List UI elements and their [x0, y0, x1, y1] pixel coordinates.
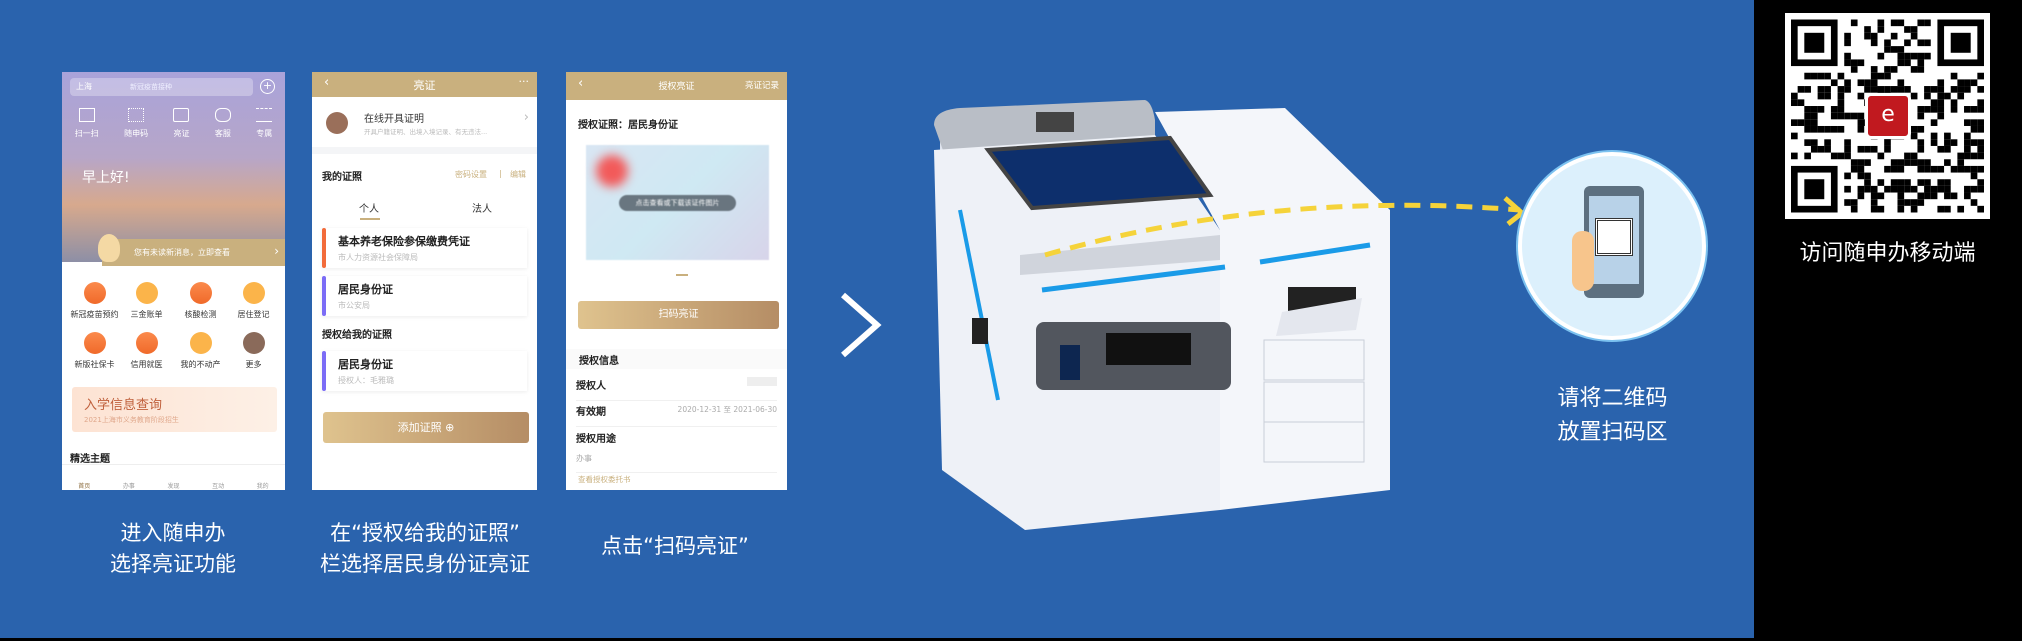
carousel-indicator [676, 274, 688, 276]
header-bar: ‹ 授权亮证 亮证记录 [566, 72, 787, 100]
tab-interact[interactable]: 互动 [212, 481, 224, 490]
tab-services[interactable]: 办事 [123, 481, 135, 490]
bottom-tab-bar: 首页 办事 发现 互动 我的 [62, 464, 285, 490]
my-certs-heading: 我的证照 [322, 172, 362, 183]
view-authorization-link[interactable]: 查看授权委托书 [578, 474, 631, 485]
cert-record-link[interactable]: 亮证记录 [745, 79, 779, 91]
validity-row: 有效期 2020-12-31 至 2021-06-30 [576, 403, 777, 427]
quick-vip[interactable]: 专属 [256, 108, 273, 139]
qr-caption: 访问随申办移动端 [1799, 241, 1976, 266]
header-title: 亮证 [413, 79, 436, 92]
cert-card[interactable]: 居民身份证 市公安局 [322, 276, 527, 316]
add-cert-button[interactable]: 添加证照 ⊕ [323, 412, 529, 443]
section-title: 精选主题 [70, 454, 110, 465]
search-input[interactable]: 上海 新冠疫苗接种 [70, 78, 253, 96]
id-card-image[interactable]: 点击查看或下载该证件图片 [586, 145, 769, 260]
phone-home-screen: 上海 新冠疫苗接种 + 扫一扫 随申码 亮证 客服 专属 早上好! 您有未读新消… [62, 72, 285, 490]
search-placeholder: 新冠疫苗接种 [130, 83, 172, 91]
grantor-row: 授权人 [576, 377, 777, 401]
grid-item[interactable]: 新版社保卡 [67, 332, 122, 370]
more-icon[interactable]: ··· [519, 75, 530, 88]
chevron-right-icon [841, 292, 882, 358]
quick-scan[interactable]: 扫一扫 [75, 108, 99, 139]
grid-item[interactable]: 信用就医 [119, 332, 174, 370]
suishenban-logo-icon: e [1865, 93, 1911, 139]
scan-phone-illustration [1518, 152, 1706, 340]
tab-mine[interactable]: 我的 [257, 481, 269, 490]
tab-discover[interactable]: 发现 [167, 481, 179, 490]
phone-authorized-screen: ‹ 授权亮证 亮证记录 授权证照：居民身份证 点击查看或下载该证件图片 扫码亮证… [566, 72, 787, 490]
tab-indicator [360, 218, 380, 220]
online-cert-row[interactable]: 在线开具证明 开具户籍证明、出境入境记录、有无违法... › [312, 97, 537, 147]
step2-caption: 在“授权给我的证照” 栏选择居民身份证亮证 [320, 521, 530, 576]
add-icon[interactable]: + [260, 79, 275, 94]
tab-home[interactable]: 首页 [78, 481, 90, 490]
scan-hint: 请将二维码 放置扫码区 [1557, 386, 1668, 445]
greeting: 早上好! [82, 170, 130, 186]
grid-item[interactable]: 核酸检测 [173, 282, 228, 320]
step1-caption: 进入随申办 选择亮证功能 [110, 521, 236, 576]
qr-icon [1595, 218, 1633, 256]
quick-code[interactable]: 随申码 [124, 108, 148, 139]
promo-banner[interactable]: 入学信息查询 2021上海市义务教育阶段招生 [72, 387, 277, 432]
tab-personal[interactable]: 个人 [359, 200, 379, 215]
grid-item[interactable]: 三金账单 [119, 282, 174, 320]
quick-cert[interactable]: 亮证 [173, 108, 190, 139]
grid-item[interactable]: 居住登记 [226, 282, 281, 320]
grid-item[interactable]: 我的不动产 [173, 332, 228, 370]
stamp-icon [326, 112, 348, 134]
step3-caption: 点击“扫码亮证” [601, 534, 749, 558]
grid-item[interactable]: 更多 [226, 332, 281, 370]
quick-actions: 扫一扫 随申码 亮证 客服 专属 [62, 108, 285, 139]
notice-bar[interactable]: 您有未读新消息，立即查看 › [102, 239, 285, 266]
password-settings-link[interactable]: 密码设置 [455, 169, 487, 180]
hand-icon [1572, 231, 1594, 291]
header-bar: ‹ 亮证 ··· [312, 72, 537, 97]
grid-item[interactable]: 新冠疫苗预约 [67, 282, 122, 320]
scan-show-cert-button[interactable]: 扫码亮证 [578, 301, 779, 329]
purpose-row: 授权用途 办事 [576, 430, 777, 473]
phone-cert-screen: ‹ 亮证 ··· 在线开具证明 开具户籍证明、出境入境记录、有无违法... › … [312, 72, 537, 490]
cert-title: 授权证照：居民身份证 [578, 120, 678, 131]
tab-legal[interactable]: 法人 [472, 200, 492, 215]
authorized-id-card[interactable]: 居民身份证 授权人：毛雅璐 [322, 351, 527, 391]
view-image-overlay: 点击查看或下载该证件图片 [619, 195, 736, 211]
edit-link[interactable]: 编辑 [510, 169, 526, 180]
cert-card[interactable]: 基本养老保险参保缴费凭证 市人力资源社会保障局 [322, 228, 527, 268]
mascot-icon [98, 234, 120, 262]
app-qr-code: e [1785, 13, 1990, 219]
authorized-heading: 授权给我的证照 [322, 330, 392, 341]
info-section-header: 授权信息 [566, 349, 787, 369]
location-label[interactable]: 上海 [76, 81, 92, 92]
divider [312, 147, 537, 154]
quick-service[interactable]: 客服 [214, 108, 231, 139]
